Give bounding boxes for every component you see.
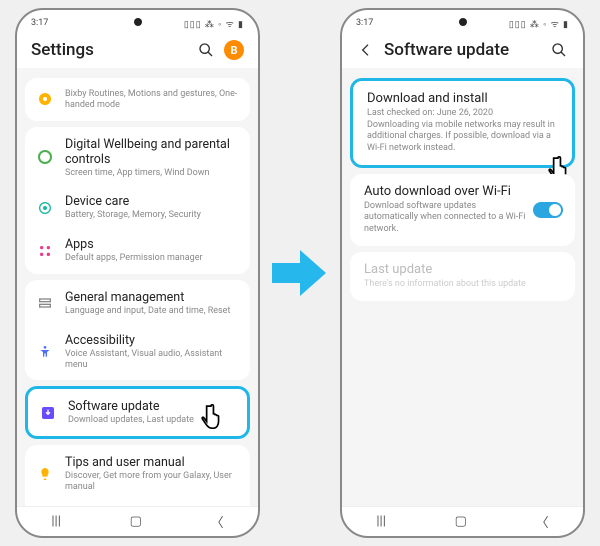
back-icon[interactable] xyxy=(356,40,376,60)
settings-item-software-update[interactable]: Software update Download updates, Last u… xyxy=(28,391,247,434)
device-care-icon xyxy=(35,198,55,218)
settings-item-label: Device care xyxy=(65,194,240,209)
nav-bar: ||| ▢ 〈 xyxy=(342,506,583,536)
settings-item-apps[interactable]: Apps Default apps, Permission manager xyxy=(25,229,250,272)
settings-item-tips[interactable]: Tips and user manual Discover, Get more … xyxy=(25,447,250,501)
settings-item-label: Digital Wellbeing and parental controls xyxy=(65,137,240,167)
update-item-sub: Last checked on: June 26, 2020 Downloadi… xyxy=(367,108,558,155)
settings-item-label: Software update xyxy=(68,399,237,414)
page-title: Settings xyxy=(31,40,188,60)
settings-item-label: General management xyxy=(65,290,240,305)
settings-item-sub: Voice Assistant, Visual audio, Assistant… xyxy=(65,349,240,371)
nav-recents[interactable]: ||| xyxy=(376,514,386,529)
update-item-label: Download and install xyxy=(367,91,558,106)
status-icons: ▯▯▯ ⁂ ◦ ᯤ ▮ xyxy=(509,17,569,30)
tips-icon xyxy=(35,464,55,484)
page-title: Software update xyxy=(384,40,541,60)
status-icons: ▯▯▯ ⁂ ◦ ᯤ ▮ xyxy=(184,17,244,30)
general-icon xyxy=(35,293,55,313)
nav-back[interactable]: 〈 xyxy=(211,512,224,531)
settings-item-bixby[interactable]: Bixby Routines, Motions and gestures, On… xyxy=(25,80,250,119)
card-group-3: Tips and user manual Discover, Get more … xyxy=(25,445,250,506)
settings-item-sub: Default apps, Permission manager xyxy=(65,253,240,264)
settings-item-sub: Screen time, App timers, Wind Down xyxy=(65,168,240,179)
card-software-update: Software update Download updates, Last u… xyxy=(25,386,250,439)
nav-back[interactable]: 〈 xyxy=(536,512,549,531)
update-item-label: Last update xyxy=(364,262,561,277)
wifi-toggle[interactable] xyxy=(533,202,563,218)
nav-home[interactable]: ▢ xyxy=(130,514,142,529)
update-header: Software update xyxy=(342,34,583,68)
update-item-sub: Download software updates automatically … xyxy=(364,201,561,236)
settings-item-sub: Bixby Routines, Motions and gestures, On… xyxy=(65,89,240,111)
status-time: 3:17 xyxy=(356,18,373,28)
settings-item-sub: Discover, Get more from your Galaxy, Use… xyxy=(65,471,240,493)
gear-icon xyxy=(35,89,55,109)
update-item-label: Auto download over Wi-Fi xyxy=(364,184,561,199)
phone-left: 3:17 ▯▯▯ ⁂ ◦ ᯤ ▮ Settings B Bixby Routin… xyxy=(15,8,260,538)
apps-icon xyxy=(35,241,55,261)
settings-item-label: Tips and user manual xyxy=(65,455,240,470)
phone-right: 3:17 ▯▯▯ ⁂ ◦ ᯤ ▮ Software update Downloa… xyxy=(340,8,585,538)
search-icon[interactable] xyxy=(549,40,569,60)
settings-item-wellbeing[interactable]: Digital Wellbeing and parental controls … xyxy=(25,129,250,187)
wellbeing-icon xyxy=(35,147,55,167)
settings-item-general[interactable]: General management Language and input, D… xyxy=(25,282,250,325)
card-group-1: Digital Wellbeing and parental controls … xyxy=(25,127,250,274)
avatar[interactable]: B xyxy=(224,40,244,60)
settings-header: Settings B xyxy=(17,34,258,68)
card-group-2: General management Language and input, D… xyxy=(25,280,250,380)
camera-hole xyxy=(134,18,142,26)
settings-content: Bixby Routines, Motions and gestures, On… xyxy=(17,68,258,506)
nav-bar: ||| ▢ 〈 xyxy=(17,506,258,536)
camera-hole xyxy=(459,18,467,26)
settings-item-label: Accessibility xyxy=(65,333,240,348)
update-item-sub: There's no information about this update xyxy=(364,279,561,291)
update-item-last-update: Last update There's no information about… xyxy=(350,252,575,301)
settings-item-sub: Download updates, Last update xyxy=(68,415,237,426)
settings-item-accessibility[interactable]: Accessibility Voice Assistant, Visual au… xyxy=(25,325,250,379)
settings-item-sub: Battery, Storage, Memory, Security xyxy=(65,210,240,221)
search-icon[interactable] xyxy=(196,40,216,60)
settings-item-about[interactable]: About phone Status, Legal information, P… xyxy=(25,501,250,506)
update-item-auto-download[interactable]: Auto download over Wi-Fi Download softwa… xyxy=(350,174,575,246)
settings-item-sub: Language and input, Date and time, Reset xyxy=(65,306,240,317)
update-item-download-install[interactable]: Download and install Last checked on: Ju… xyxy=(350,78,575,168)
arrow-icon xyxy=(270,238,330,308)
settings-item-device-care[interactable]: Device care Battery, Storage, Memory, Se… xyxy=(25,186,250,229)
nav-recents[interactable]: ||| xyxy=(51,514,61,529)
status-time: 3:17 xyxy=(31,18,48,28)
accessibility-icon xyxy=(35,342,55,362)
settings-item-label: Apps xyxy=(65,237,240,252)
software-update-icon xyxy=(38,403,58,423)
top-card: Bixby Routines, Motions and gestures, On… xyxy=(25,78,250,121)
update-content: Download and install Last checked on: Ju… xyxy=(342,68,583,506)
nav-home[interactable]: ▢ xyxy=(455,514,467,529)
